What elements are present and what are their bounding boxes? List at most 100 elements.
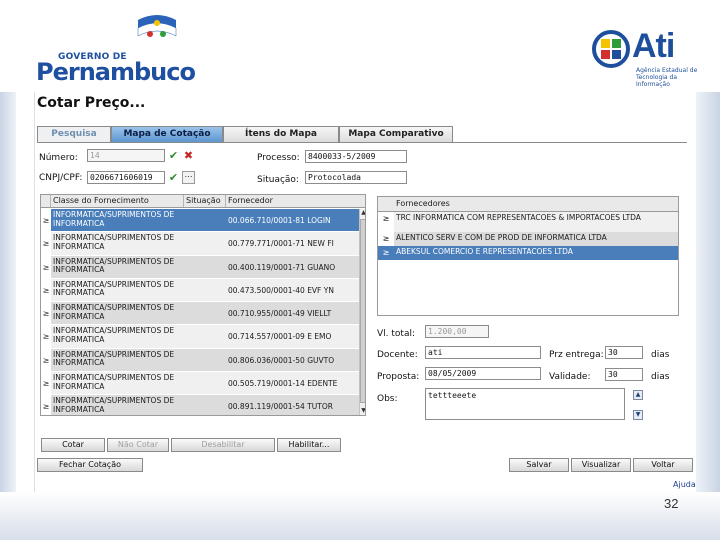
- row-select-icon[interactable]: ≥: [378, 232, 394, 246]
- docente-label: Docente:: [377, 350, 418, 360]
- materials-scrollbar[interactable]: ▲ ▼: [359, 209, 365, 415]
- ajuda-link[interactable]: Ajuda: [673, 480, 696, 489]
- flag-emblem-icon: [137, 15, 177, 37]
- salvar-button[interactable]: Salvar: [509, 458, 569, 472]
- suppliers-header[interactable]: Fornecedores: [378, 197, 678, 212]
- right-decor-band: [696, 92, 720, 540]
- table-row[interactable]: ≥ INFORMATICA/SUPRIMENTOS DE INFORMATICA 0…: [41, 255, 359, 279]
- row-select-icon[interactable]: ≥: [41, 209, 51, 231]
- cnpj-field[interactable]: 0206671606019: [87, 171, 165, 184]
- materials-grid: Classe do Fornecimento Situação Forneced…: [40, 194, 366, 416]
- situacao-field: Protocolada: [305, 171, 407, 184]
- visualizar-button[interactable]: Visualizar: [571, 458, 631, 472]
- scroll-down-icon[interactable]: ▼: [360, 407, 365, 415]
- governo-pernambuco-logo: GOVERNO DE Pernambuco: [36, 12, 196, 86]
- table-row[interactable]: ≥ INFORMATICA/SUPRIMENTOS DE INFORMATICA 0…: [41, 348, 359, 373]
- row-select-icon[interactable]: ≥: [41, 232, 51, 254]
- prazo-field[interactable]: 30: [605, 346, 643, 359]
- row-select-icon[interactable]: ≥: [378, 212, 394, 232]
- scroll-down-icon[interactable]: ▼: [633, 410, 643, 420]
- row-select-icon[interactable]: ≥: [41, 256, 51, 278]
- supplier-name: ABEKSUL COMERCIO E REPRESENTACOES LTDA: [394, 246, 678, 260]
- vl-total-label: Vl. total:: [377, 329, 415, 339]
- fornecedor-cell: 00.473.500/0001-40 EVF YN: [226, 278, 359, 302]
- supplier-row[interactable]: ≥ TRC INFORMATICA COM REPRESENTACOES & IM…: [378, 212, 678, 232]
- tab-itens-do-mapa[interactable]: Ítens do Mapa: [223, 126, 339, 142]
- situacao-cell: [184, 348, 226, 372]
- fornecedor-cell: 00.714.557/0001-09 E EMO: [226, 325, 359, 348]
- table-row[interactable]: ≥ INFORMATICA/SUPRIMENTOS DE INFORMATICA 0…: [41, 302, 359, 326]
- check-icon[interactable]: ✔: [167, 149, 180, 162]
- ati-mark-icon: [592, 30, 630, 68]
- row-select-icon[interactable]: ≥: [41, 395, 51, 415]
- row-select-icon[interactable]: ≥: [41, 279, 51, 301]
- table-row[interactable]: ≥ INFORMATICA/SUPRIMENTOS DE INFORMATICA 0…: [41, 395, 359, 415]
- numero-label: Número:: [39, 153, 78, 163]
- processo-field[interactable]: 8400033-5/2009: [305, 150, 407, 163]
- situacao-cell: [184, 395, 226, 415]
- table-row[interactable]: ≥ INFORMATICA/SUPRIMENTOS DE INFORMATICA 0…: [41, 278, 359, 303]
- desabilitar-button[interactable]: Desabilitar: [171, 438, 275, 452]
- voltar-button[interactable]: Voltar: [633, 458, 693, 472]
- situacao-cell: [184, 255, 226, 278]
- supplier-name: ALENTICO SERV E COM DE PROD DE INFORMATI…: [394, 232, 678, 246]
- table-row[interactable]: ≥ INFORMATICA/SUPRIMENTOS DE INFORMATICA 0…: [41, 209, 359, 233]
- cotar-button[interactable]: Cotar: [41, 438, 105, 452]
- row-select-icon[interactable]: ≥: [378, 246, 394, 260]
- left-decor-band: [0, 92, 16, 540]
- proposta-date-field[interactable]: 08/05/2009: [425, 367, 541, 380]
- table-row[interactable]: ≥ INFORMATICA/SUPRIMENTOS DE INFORMATICA 0…: [41, 325, 359, 349]
- docente-field[interactable]: ati: [425, 346, 541, 359]
- obs-textarea[interactable]: tettteeete: [425, 388, 625, 420]
- validade-field[interactable]: 30: [605, 368, 643, 381]
- fornecedor-cell: 00.806.036/0001-50 GUVTO: [226, 348, 359, 372]
- scrollbar-thumb[interactable]: [360, 219, 365, 403]
- tab-mapa-de-cotacao[interactable]: Mapa de Cotação: [111, 126, 223, 142]
- classe-cell: INFORMATICA/SUPRIMENTOS DE INFORMATICA: [51, 325, 184, 348]
- scroll-up-icon[interactable]: ▲: [360, 209, 365, 217]
- row-select-icon[interactable]: ≥: [41, 302, 51, 324]
- ati-subtitle: Agência Estadual de Tecnologia da Inform…: [636, 67, 698, 88]
- row-select-icon[interactable]: ≥: [41, 325, 51, 347]
- cnpj-label: CNPJ/CPF:: [39, 173, 83, 183]
- col-fornecedor[interactable]: Fornecedor: [226, 195, 365, 207]
- habilitar-button[interactable]: Habilitar...: [277, 438, 341, 452]
- app-window: Cotar Preço... Pesquisa Mapa de Cotação …: [34, 92, 696, 492]
- classe-cell: INFORMATICA/SUPRIMENTOS DE INFORMATICA: [51, 255, 184, 278]
- classe-cell: INFORMATICA/SUPRIMENTOS DE INFORMATICA: [51, 372, 184, 395]
- classe-cell: INFORMATICA/SUPRIMENTOS DE INFORMATICA: [51, 209, 184, 232]
- nao-cotar-button[interactable]: Não Cotar: [107, 438, 169, 452]
- numero-field[interactable]: 14: [87, 149, 165, 162]
- prazo-label: Prz entrega:: [549, 350, 604, 360]
- bottom-decor-band: [0, 492, 720, 540]
- suppliers-grid: Fornecedores ≥ TRC INFORMATICA COM REPRES…: [377, 196, 679, 316]
- row-select-icon[interactable]: ≥: [41, 349, 51, 371]
- table-row[interactable]: ≥ INFORMATICA/SUPRIMENTOS DE INFORMATICA 0…: [41, 372, 359, 396]
- situacao-cell: [184, 325, 226, 348]
- supplier-row[interactable]: ≥ ALENTICO SERV E COM DE PROD DE INFORMAT…: [378, 232, 678, 246]
- fornecedor-cell: 00.891.119/0001-54 TUTOR: [226, 395, 359, 415]
- validade-label: Validade:: [549, 372, 591, 382]
- tab-bar: Pesquisa Mapa de Cotação Ítens do Mapa M…: [37, 126, 453, 142]
- ati-logo: Ati Agência Estadual de Tecnologia da In…: [592, 27, 697, 92]
- table-row[interactable]: ≥ INFORMATICA/SUPRIMENTOS DE INFORMATICA 0…: [41, 232, 359, 256]
- situacao-cell: [184, 232, 226, 255]
- situacao-label: Situação:: [257, 175, 299, 185]
- col-classe-fornecimento[interactable]: Classe do Fornecimento: [51, 195, 184, 207]
- processo-label: Processo:: [257, 153, 300, 163]
- situacao-cell: [184, 302, 226, 325]
- tab-pesquisa[interactable]: Pesquisa: [37, 126, 111, 142]
- classe-cell: INFORMATICA/SUPRIMENTOS DE INFORMATICA: [51, 278, 184, 302]
- fechar-cotacao-button[interactable]: Fechar Cotação: [37, 458, 143, 472]
- lookup-icon[interactable]: ⋯: [182, 171, 195, 184]
- check-icon[interactable]: ✔: [167, 171, 180, 184]
- delete-icon[interactable]: ✖: [182, 149, 195, 162]
- vl-total-field: 1.200,00: [425, 325, 489, 338]
- scroll-up-icon[interactable]: ▲: [633, 390, 643, 400]
- fornecedor-cell: 00.066.710/0001-81 LOGIN: [226, 209, 359, 232]
- col-situacao[interactable]: Situação: [184, 195, 226, 207]
- fornecedor-cell: 00.710.955/0001-49 VIELLT: [226, 302, 359, 325]
- row-select-icon[interactable]: ≥: [41, 372, 51, 394]
- tab-mapa-comparativo[interactable]: Mapa Comparativo: [339, 126, 453, 142]
- supplier-row[interactable]: ≥ ABEKSUL COMERCIO E REPRESENTACOES LTDA: [378, 246, 678, 260]
